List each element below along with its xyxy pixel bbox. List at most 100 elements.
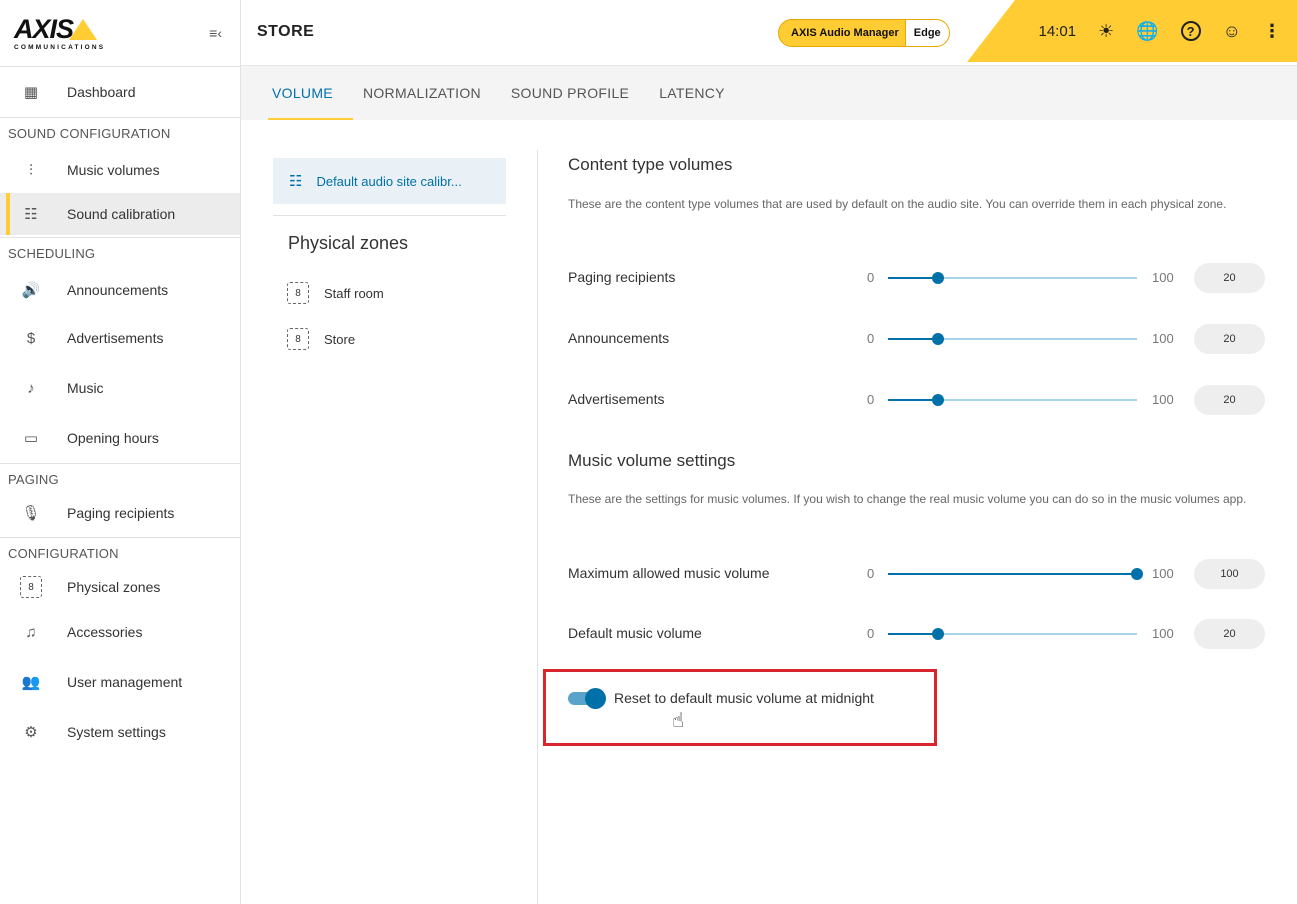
group-label-paging: PAGING (8, 472, 59, 487)
slider-fill (888, 338, 938, 340)
reset-midnight-label: Reset to default music volume at midnigh… (614, 690, 874, 706)
slider-max-label: 100 (1152, 270, 1174, 285)
sidebar-item-label: Opening hours (67, 430, 159, 446)
sidebar-item-dashboard[interactable]: ▦ Dashboard (0, 67, 240, 117)
volume-slider[interactable] (888, 394, 1137, 406)
slider-min-label: 0 (867, 392, 875, 407)
tab-volume[interactable]: VOLUME (268, 66, 353, 120)
slider-fill (888, 277, 938, 279)
tab-bar: VOLUME NORMALIZATION SOUND PROFILE LATEN… (241, 66, 1297, 120)
sidebar-item-label: Physical zones (67, 579, 161, 595)
sidebar-item-label: Accessories (67, 624, 143, 640)
sidebar-item-announcements[interactable]: 🔊 Announcements (0, 267, 240, 313)
header-toolbar: 14:01 ☀ 🌐 ? ☺ ⋮ (967, 0, 1297, 62)
tab-latency[interactable]: LATENCY (659, 66, 725, 120)
users-icon: 👥 (21, 674, 41, 691)
settings-gear-icon: ⚙ (24, 724, 38, 741)
sidebar-item-label: Music (67, 380, 104, 396)
volume-row-label: Advertisements (568, 391, 665, 407)
tab-normalization[interactable]: NORMALIZATION (363, 66, 481, 120)
sidebar-item-label: User management (67, 674, 183, 690)
axis-logo[interactable]: AXIS COMMUNICATIONS (14, 15, 106, 51)
sidebar-item-advertisements[interactable]: $ Advertisements (0, 313, 240, 363)
slider-thumb[interactable] (931, 272, 944, 284)
top-header: STORE AXIS Audio Manager Edge 14:01 ☀ 🌐 … (241, 0, 1297, 66)
sidebar: AXIS COMMUNICATIONS ≡‹ ▦ Dashboard SOUND… (0, 0, 241, 904)
more-options-icon[interactable]: ⋮ (1263, 22, 1281, 40)
slider-thumb[interactable] (1131, 568, 1143, 580)
slider-min-label: 0 (867, 566, 875, 581)
sidebar-item-system-settings[interactable]: ⚙ System settings (0, 707, 240, 757)
music-note-icon: ♪ (27, 379, 35, 397)
default-site-calibration-item[interactable]: ☷ Default audio site calibr... (273, 158, 506, 204)
dashboard-icon: ▦ (23, 84, 39, 101)
zone-icon: 8 (287, 282, 309, 304)
slider-thumb[interactable] (931, 628, 944, 640)
sun-icon[interactable]: ☀ (1098, 22, 1114, 40)
nav-group-sound-configuration: SOUND CONFIGURATION ⫶ Music volumes ☷ So… (0, 117, 240, 237)
volume-row: Announcements 0 100 20 (568, 323, 1265, 355)
sidebar-item-music-volumes[interactable]: ⫶ Music volumes (0, 147, 240, 193)
zone-item-staff-room[interactable]: 8 Staff room (287, 280, 384, 306)
product-name: AXIS Audio Manager (791, 27, 899, 39)
dollar-icon: $ (26, 329, 36, 347)
panel-vertical-divider (537, 150, 538, 904)
volume-value-field[interactable]: 20 (1194, 385, 1265, 415)
reset-midnight-toggle-row[interactable]: Reset to default music volume at midnigh… (568, 686, 874, 710)
toggle-knob (585, 688, 606, 709)
sidebar-item-opening-hours[interactable]: ▭ Opening hours (0, 413, 240, 463)
slider-max-label: 100 (1152, 626, 1174, 641)
product-badge[interactable]: AXIS Audio Manager Edge (778, 19, 950, 47)
zone-icon: 8 (18, 576, 44, 598)
sidebar-item-label: Advertisements (67, 330, 164, 346)
volume-value-field[interactable]: 20 (1194, 263, 1265, 293)
sidebar-item-accessories[interactable]: ♫ Accessories (0, 607, 240, 657)
physical-zones-title: Physical zones (288, 233, 409, 253)
content-volumes-title: Content type volumes (568, 155, 733, 174)
sidebar-item-paging-recipients[interactable]: 🎙 Paging recipients (0, 493, 240, 533)
zone-icon: 8 (287, 328, 309, 350)
volume-row-label: Announcements (568, 330, 670, 346)
volume-value-field[interactable]: 100 (1194, 559, 1265, 589)
volume-row: Paging recipients 0 100 20 (568, 262, 1265, 294)
sidebar-item-sound-calibration[interactable]: ☷ Sound calibration (0, 193, 240, 235)
volume-slider[interactable] (888, 628, 1137, 640)
group-label-scheduling: SCHEDULING (8, 246, 96, 261)
nav-group-paging: PAGING 🎙 Paging recipients (0, 463, 240, 537)
accessories-icon: ♫ (25, 623, 37, 641)
panel-divider (273, 215, 506, 216)
hand-pointer-icon: ☝ (672, 710, 685, 732)
zone-item-store[interactable]: 8 Store (287, 326, 355, 352)
calendar-icon: ▭ (23, 430, 39, 447)
slider-min-label: 0 (867, 270, 875, 285)
volume-slider[interactable] (888, 272, 1137, 284)
slider-fill (888, 399, 938, 401)
user-icon[interactable]: ☺ (1223, 22, 1241, 40)
zone-label: Store (324, 331, 356, 347)
logo-subtitle: COMMUNICATIONS (14, 43, 106, 51)
sidebar-item-user-management[interactable]: 👥 User management (0, 657, 240, 707)
slider-thumb[interactable] (931, 333, 944, 345)
volume-value-field[interactable]: 20 (1194, 324, 1265, 354)
volume-slider[interactable] (888, 568, 1143, 580)
slider-thumb[interactable] (931, 394, 944, 406)
sidebar-item-music[interactable]: ♪ Music (0, 363, 240, 413)
globe-icon[interactable]: 🌐 (1136, 22, 1158, 40)
volume-slider[interactable] (888, 333, 1137, 345)
nav-group-configuration: CONFIGURATION 8 Physical zones ♫ Accesso… (0, 537, 240, 757)
nav-group-dashboard: ▦ Dashboard (0, 66, 240, 117)
music-settings-description: These are the settings for music volumes… (568, 492, 1247, 506)
sidebar-item-label: Announcements (67, 282, 169, 298)
clock: 14:01 (1038, 22, 1077, 40)
reset-midnight-toggle[interactable] (568, 688, 606, 709)
slider-max-label: 100 (1152, 392, 1174, 407)
collapse-menu-icon[interactable]: ≡‹ (209, 25, 222, 41)
help-icon[interactable]: ? (1180, 21, 1201, 41)
volume-value-field[interactable]: 20 (1194, 619, 1265, 649)
page-title: STORE (257, 23, 315, 40)
tab-sound-profile[interactable]: SOUND PROFILE (511, 66, 629, 120)
group-label-sound-configuration: SOUND CONFIGURATION (8, 126, 171, 141)
zone-label: Staff room (324, 285, 384, 301)
slider-min-label: 0 (867, 626, 875, 641)
sidebar-item-physical-zones[interactable]: 8 Physical zones (0, 567, 240, 607)
